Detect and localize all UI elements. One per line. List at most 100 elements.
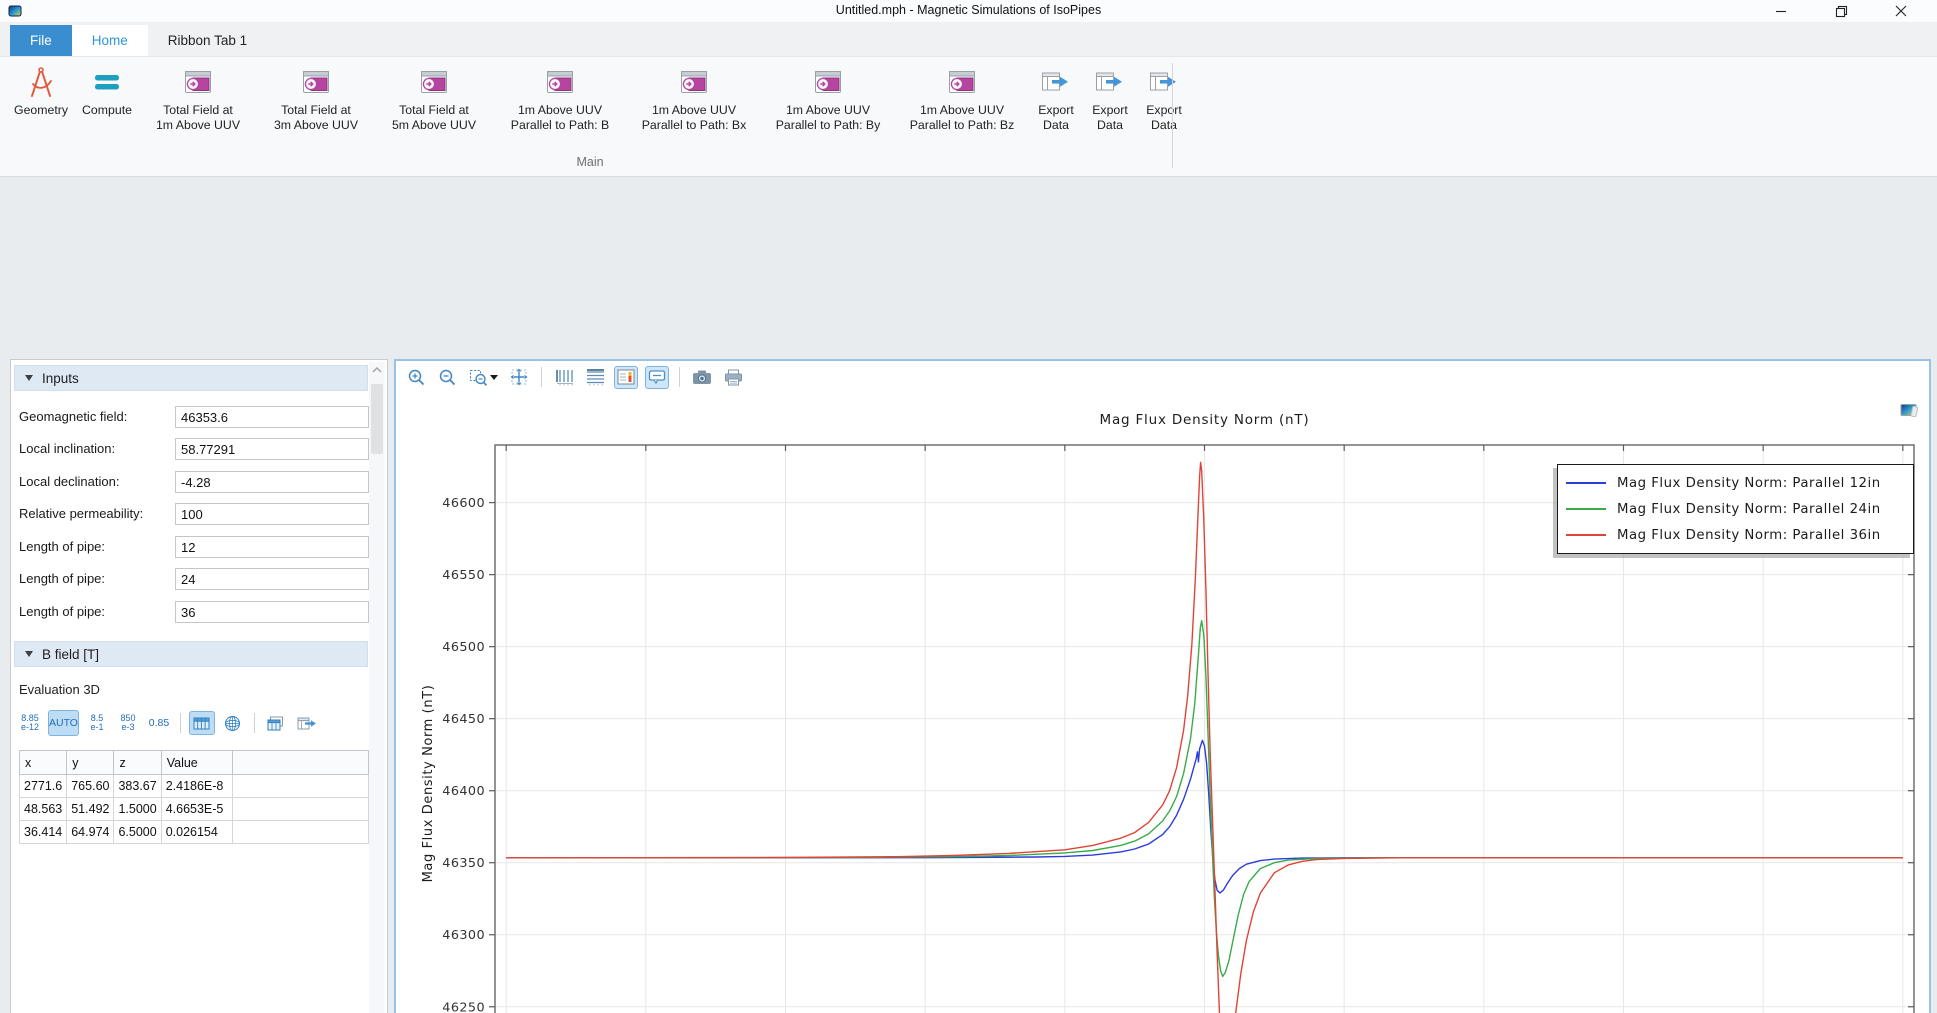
parallel-path-by-button[interactable]: 1m Above UUVParallel to Path: By [764, 61, 892, 134]
zoom-box-button[interactable] [466, 366, 500, 389]
parallel-path-b-button[interactable]: 1m Above UUVParallel to Path: B [496, 61, 624, 134]
table-header-row: x y z Value [20, 751, 369, 775]
field-row-pipe-12: Length of pipe: [11, 536, 371, 558]
legend-line-swatch [1566, 482, 1606, 484]
y-tick-label: 46250 [442, 1000, 485, 1013]
cell-value[interactable]: 2.4186E-8 [161, 775, 232, 798]
cell-z[interactable]: 383.67 [114, 775, 161, 798]
tab-ribbon-1[interactable]: Ribbon Tab 1 [148, 25, 267, 56]
length-of-pipe-label-1: Length of pipe: [19, 539, 105, 554]
bfield-section-header[interactable]: B field [T] [14, 641, 368, 667]
scrollbar-thumb[interactable] [371, 384, 383, 454]
close-button[interactable] [1871, 0, 1931, 22]
relative-permeability-input[interactable] [175, 503, 369, 525]
cell-z[interactable]: 1.5000 [114, 798, 161, 821]
export-data-icon [1041, 64, 1071, 100]
plot-group-icon[interactable] [1900, 403, 1918, 417]
camera-icon [692, 369, 712, 385]
length-of-pipe-input-3[interactable] [175, 601, 369, 623]
zoom-box-icon [469, 368, 488, 387]
length-of-pipe-input-2[interactable] [175, 568, 369, 590]
vertical-grid-icon [555, 369, 574, 386]
export-table-icon [297, 716, 317, 731]
total-field-3m-button[interactable]: Total Field at3m Above UUV [260, 61, 372, 134]
legend-label: Mag Flux Density Norm: Parallel 24in [1617, 502, 1881, 517]
tooltip-toggle-button[interactable] [645, 366, 669, 389]
legend-icon [617, 369, 635, 385]
printer-icon [724, 369, 743, 386]
length-of-pipe-input-1[interactable] [175, 536, 369, 558]
y-tick-label: 46450 [442, 712, 485, 727]
cell-value[interactable]: 0.026154 [161, 821, 232, 844]
y-tick-label: 46550 [442, 568, 485, 583]
milli-notation-button[interactable]: 850e-3 [115, 710, 141, 736]
restore-button[interactable] [1811, 0, 1871, 22]
column-header-x[interactable]: x [20, 751, 67, 775]
scroll-up-button[interactable] [369, 362, 385, 378]
legend-line-swatch [1566, 534, 1606, 536]
auto-notation-button[interactable]: AUTO [48, 710, 79, 736]
snapshot-button[interactable] [690, 366, 714, 389]
local-declination-input[interactable] [175, 471, 369, 493]
zoom-extents-button[interactable] [507, 366, 531, 389]
local-inclination-label: Local inclination: [19, 441, 115, 456]
column-header-y[interactable]: y [67, 751, 114, 775]
scientific-notation-button[interactable]: 8.85e-12 [17, 710, 43, 736]
export-data-button-3[interactable]: ExportData [1140, 61, 1188, 134]
plain-notation-button[interactable]: 0.85 [146, 710, 172, 736]
engineering-notation-button[interactable]: 8.5e-1 [84, 710, 110, 736]
cell-z[interactable]: 6.5000 [114, 821, 161, 844]
table-row[interactable]: 36.414 64.974 6.5000 0.026154 [20, 821, 369, 844]
tab-file[interactable]: File [10, 25, 72, 56]
y-axis-grid-button[interactable] [552, 366, 576, 389]
settings-sidebar: Inputs Geomagnetic field: Local inclinat… [10, 359, 388, 1013]
export-table-button[interactable] [294, 711, 320, 735]
grid-button[interactable] [583, 366, 607, 389]
zoom-out-button[interactable] [435, 366, 459, 389]
table-view-button[interactable] [189, 711, 215, 735]
sphere-plot-button[interactable] [220, 711, 246, 735]
cell-x[interactable]: 2771.6 [20, 775, 67, 798]
legend-toggle-button[interactable] [614, 366, 638, 389]
evaluation-results-table: x y z Value 2771.6 765.60 383.67 2.4186E… [19, 750, 369, 844]
field-row-geomagnetic: Geomagnetic field: [11, 406, 371, 428]
export-data-button-1[interactable]: ExportData [1032, 61, 1080, 134]
cell-value[interactable]: 4.6653E-5 [161, 798, 232, 821]
plot-window-icon [546, 64, 574, 100]
legend-entry: Mag Flux Density Norm: Parallel 12in [1566, 470, 1905, 496]
column-header-value[interactable]: Value [161, 751, 232, 775]
cell-y[interactable]: 765.60 [67, 775, 114, 798]
table-row[interactable]: 48.563 51.492 1.5000 4.6653E-5 [20, 798, 369, 821]
geomagnetic-field-input[interactable] [175, 406, 369, 428]
minimize-button[interactable] [1751, 0, 1811, 22]
total-field-5m-button[interactable]: Total Field at5m Above UUV [378, 61, 490, 134]
inputs-section-header[interactable]: Inputs [14, 365, 368, 391]
copy-table-button[interactable] [263, 711, 289, 735]
bfield-toolbar: 8.85e-12 AUTO 8.5e-1 850e-3 0.85 [17, 708, 320, 738]
cell-x[interactable]: 36.414 [20, 821, 67, 844]
compute-button[interactable]: Compute [78, 61, 136, 118]
toolbar-separator [679, 367, 680, 387]
cell-y[interactable]: 64.974 [67, 821, 114, 844]
print-button[interactable] [721, 366, 745, 389]
column-header-z[interactable]: z [114, 751, 161, 775]
total-field-1m-button[interactable]: Total Field at1m Above UUV [142, 61, 254, 134]
local-declination-label: Local declination: [19, 474, 119, 489]
parallel-path-bz-button[interactable]: 1m Above UUVParallel to Path: Bz [898, 61, 1026, 134]
zoom-in-button[interactable] [404, 366, 428, 389]
export-data-button-2[interactable]: ExportData [1086, 61, 1134, 134]
application-window: Untitled.mph - Magnetic Simulations of I… [0, 0, 1937, 1013]
local-inclination-input[interactable] [175, 438, 369, 460]
cell-x[interactable]: 48.563 [20, 798, 67, 821]
geometry-button[interactable]: Geometry [10, 61, 72, 118]
parallel-path-bx-button[interactable]: 1m Above UUVParallel to Path: Bx [630, 61, 758, 134]
table-row[interactable]: 2771.6 765.60 383.67 2.4186E-8 [20, 775, 369, 798]
y-tick-label: 46300 [442, 928, 485, 943]
cell-empty [232, 798, 368, 821]
cell-empty [232, 821, 368, 844]
sidebar-vertical-scrollbar[interactable] [369, 362, 385, 1013]
toolbar-separator [541, 367, 542, 387]
cell-y[interactable]: 51.492 [67, 798, 114, 821]
tab-home[interactable]: Home [72, 25, 148, 56]
y-tick-label: 46350 [442, 856, 485, 871]
